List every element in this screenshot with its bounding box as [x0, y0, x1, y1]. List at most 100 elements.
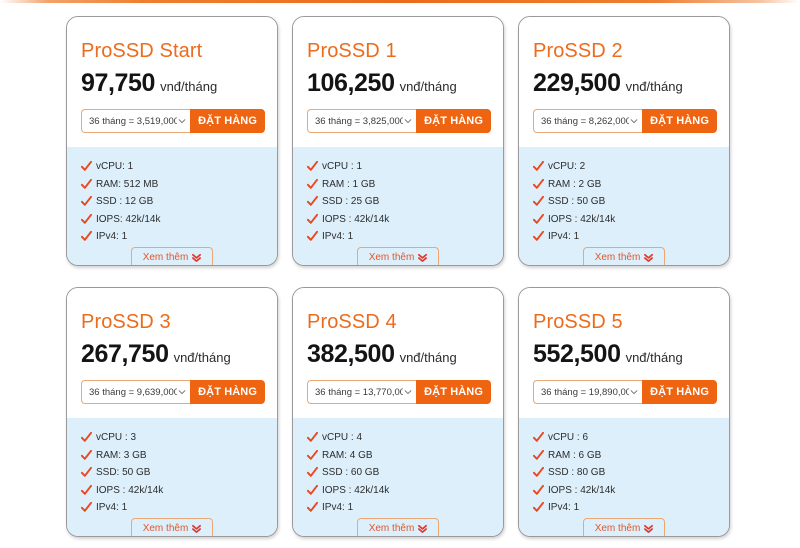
- plan-features-panel: vCPU : 3 RAM: 3 GB SSD: 50 GB IOPS : 42k/14…: [67, 418, 277, 536]
- chevron-down-icon: [178, 117, 186, 125]
- feature-item: IOPS : 42k/14k: [533, 212, 715, 227]
- feature-item: vCPU : 3: [81, 430, 263, 445]
- show-more-label: Xem thêm: [594, 522, 641, 534]
- chevron-down-icon: [630, 388, 638, 396]
- billing-term-select[interactable]: 36 tháng = 13,770,000 đ: [307, 380, 417, 404]
- show-more-label: Xem thêm: [368, 251, 415, 263]
- chevron-down-icon: [404, 388, 412, 396]
- order-button[interactable]: ĐẶT HÀNG: [190, 109, 265, 133]
- plan-name: ProSSD 3: [81, 311, 171, 333]
- show-more-wrapper: Xem thêm: [81, 246, 263, 265]
- plan-card: ProSSD 3 267,750 vnđ/tháng 36 tháng = 9,639…: [66, 287, 278, 537]
- show-more-button[interactable]: Xem thêm: [356, 246, 440, 265]
- plan-name: ProSSD 4: [307, 311, 397, 333]
- order-button[interactable]: ĐẶT HÀNG: [642, 380, 717, 404]
- billing-term-select[interactable]: 36 tháng = 8,262,000 đ: [533, 109, 643, 133]
- show-more-label: Xem thêm: [368, 522, 415, 534]
- show-more-wrapper: Xem thêm: [533, 517, 715, 536]
- feature-label: vCPU : 4: [322, 432, 363, 443]
- feature-item: vCPU : 1: [307, 159, 489, 174]
- plan-price-unit: vnđ/tháng: [399, 79, 457, 94]
- order-button[interactable]: ĐẶT HÀNG: [190, 380, 265, 404]
- check-icon: [533, 484, 544, 496]
- pricing-plan-grid: ProSSD Start 97,750 vnđ/tháng 36 tháng = 3,…: [66, 16, 746, 537]
- feature-label: SSD : 60 GB: [322, 467, 380, 478]
- check-icon: [533, 231, 544, 242]
- feature-item: IOPS: 42k/14k: [81, 212, 263, 227]
- feature-label: IPv4: 1: [322, 502, 354, 513]
- plan-price-unit: vnđ/tháng: [160, 79, 218, 94]
- plan-name: ProSSD Start: [81, 40, 203, 62]
- check-icon: [533, 502, 544, 513]
- plan-card-header: ProSSD 5 552,500 vnđ/tháng 36 tháng = 19,89…: [519, 288, 729, 418]
- check-icon: [81, 213, 92, 225]
- plan-price-amount: 382,500: [307, 340, 395, 368]
- order-button[interactable]: ĐẶT HÀNG: [416, 109, 491, 133]
- show-more-button[interactable]: Xem thêm: [356, 517, 440, 536]
- billing-term-value: 36 tháng = 3,519,000 đ: [89, 115, 178, 127]
- plan-features-panel: vCPU : 4 RAM: 4 GB SSD : 60 GB IOPS : 42k/1…: [293, 418, 503, 536]
- feature-label: IPv4: 1: [322, 231, 354, 242]
- plan-features-panel: vCPU: 2 RAM : 2 GB SSD : 50 GB IOPS : 42k/1…: [519, 147, 729, 265]
- show-more-button[interactable]: Xem thêm: [130, 517, 214, 536]
- feature-list: vCPU: 2 RAM : 2 GB SSD : 50 GB IOPS : 42k/1…: [533, 159, 715, 247]
- feature-label: RAM: 3 GB: [96, 449, 147, 461]
- plan-price-line: 229,500 vnđ/tháng: [533, 69, 715, 98]
- billing-term-value: 36 tháng = 3,825,000 đ: [315, 115, 404, 127]
- feature-item: SSD: 50 GB: [81, 465, 263, 480]
- feature-list: vCPU : 1 RAM : 1 GB SSD : 25 GB IOPS : 42k/…: [307, 159, 489, 247]
- check-icon: [533, 213, 544, 225]
- feature-item: vCPU : 4: [307, 430, 489, 445]
- plan-price-unit: vnđ/tháng: [173, 350, 231, 365]
- feature-label: vCPU : 6: [548, 432, 589, 443]
- plan-price-amount: 552,500: [533, 340, 621, 368]
- feature-list: vCPU : 3 RAM: 3 GB SSD: 50 GB IOPS : 42k/14…: [81, 430, 263, 518]
- feature-list: vCPU : 6 RAM : 6 GB SSD : 80 GB IOPS : 42k/…: [533, 430, 715, 518]
- feature-item: IOPS : 42k/14k: [307, 212, 489, 227]
- feature-label: IPv4: 1: [96, 231, 128, 242]
- plan-price-amount: 97,750: [81, 69, 156, 97]
- show-more-wrapper: Xem thêm: [533, 246, 715, 265]
- plan-card: ProSSD 4 382,500 vnđ/tháng 36 tháng = 13,77…: [292, 287, 504, 537]
- billing-term-select[interactable]: 36 tháng = 9,639,000 đ: [81, 380, 191, 404]
- feature-item: IPv4: 1: [81, 229, 263, 244]
- billing-term-select[interactable]: 36 tháng = 3,825,000 đ: [307, 109, 417, 133]
- feature-label: RAM : 6 GB: [548, 449, 602, 461]
- order-button[interactable]: ĐẶT HÀNG: [642, 109, 717, 133]
- plan-price-line: 97,750 vnđ/tháng: [81, 69, 263, 98]
- plan-features-panel: vCPU : 6 RAM : 6 GB SSD : 80 GB IOPS : 42k/…: [519, 418, 729, 536]
- show-more-button[interactable]: Xem thêm: [582, 517, 666, 536]
- feature-item: IPv4: 1: [81, 500, 263, 515]
- plan-features-panel: vCPU : 1 RAM : 1 GB SSD : 25 GB IOPS : 42k/…: [293, 147, 503, 265]
- double-chevron-down-icon: [418, 524, 428, 533]
- feature-label: RAM: 4 GB: [322, 449, 373, 461]
- chevron-down-icon: [178, 388, 186, 396]
- billing-term-value: 36 tháng = 8,262,000 đ: [541, 115, 630, 127]
- plan-card-header: ProSSD Start 97,750 vnđ/tháng 36 tháng = 3,…: [67, 17, 277, 147]
- feature-label: RAM: 512 MB: [96, 178, 159, 190]
- billing-term-select[interactable]: 36 tháng = 3,519,000 đ: [81, 109, 191, 133]
- feature-item: IPv4: 1: [533, 500, 715, 515]
- feature-item: vCPU: 1: [81, 159, 263, 174]
- page-top-accent-rule: [0, 0, 800, 3]
- show-more-button[interactable]: Xem thêm: [582, 246, 666, 265]
- plan-features-panel: vCPU: 1 RAM: 512 MB SSD : 12 GB IOPS: 42k/1…: [67, 147, 277, 265]
- plan-card-header: ProSSD 2 229,500 vnđ/tháng 36 tháng = 8,262…: [519, 17, 729, 147]
- feature-label: SSD : 50 GB: [548, 196, 606, 207]
- order-button[interactable]: ĐẶT HÀNG: [416, 380, 491, 404]
- feature-item: vCPU : 6: [533, 430, 715, 445]
- check-icon: [533, 161, 544, 172]
- check-icon: [307, 213, 318, 225]
- check-icon: [307, 231, 318, 242]
- billing-term-select[interactable]: 36 tháng = 19,890,000 đ: [533, 380, 643, 404]
- order-row: 36 tháng = 3,825,000 đ ĐẶT HÀNG: [307, 109, 491, 133]
- plan-name: ProSSD 1: [307, 40, 397, 62]
- feature-label: vCPU: 1: [96, 161, 134, 172]
- feature-item: RAM : 2 GB: [533, 177, 715, 192]
- plan-price-unit: vnđ/tháng: [399, 350, 457, 365]
- show-more-button[interactable]: Xem thêm: [130, 246, 214, 265]
- billing-term-value: 36 tháng = 13,770,000 đ: [315, 386, 403, 398]
- feature-label: IOPS: 42k/14k: [96, 213, 161, 225]
- plan-card-header: ProSSD 3 267,750 vnđ/tháng 36 tháng = 9,639…: [67, 288, 277, 418]
- feature-item: RAM : 6 GB: [533, 448, 715, 463]
